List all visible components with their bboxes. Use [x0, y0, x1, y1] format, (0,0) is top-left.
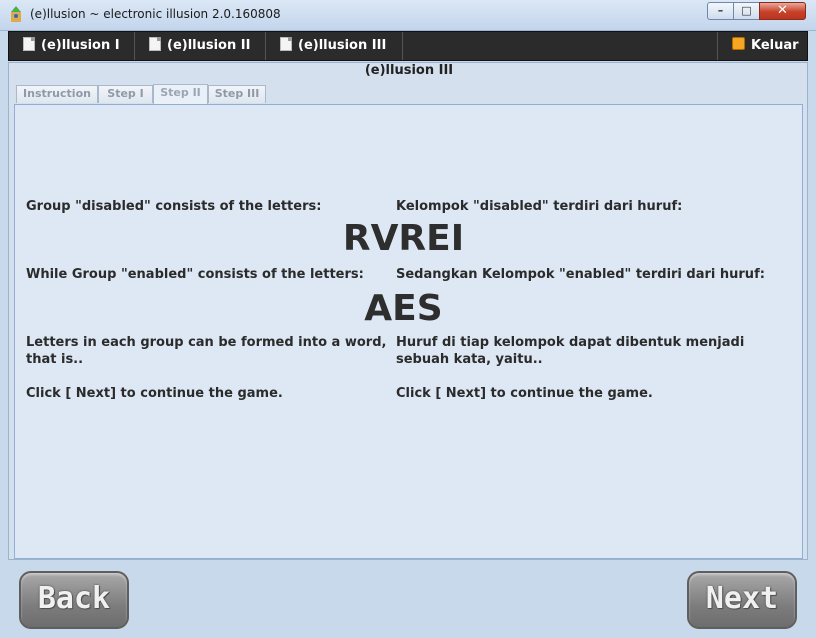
continue-text-en: Click [ Next] to continue the game.: [26, 386, 283, 401]
window-title-bar[interactable]: (e)llusion ~ electronic illusion 2.0.160…: [0, 0, 816, 31]
tab-step-2[interactable]: Step II: [153, 84, 208, 104]
maximize-icon: □: [741, 4, 752, 17]
tab-step-1[interactable]: Step I: [98, 85, 153, 103]
document-icon: [23, 37, 35, 51]
word-text-en-line2: that is..: [26, 352, 84, 367]
menu-item-ellusion-1[interactable]: (e)llusion I: [9, 32, 135, 60]
menu-item-ellusion-3[interactable]: (e)llusion III: [266, 32, 403, 60]
word-text-en-line1: Letters in each group can be formed into…: [26, 335, 387, 350]
document-icon: [149, 37, 161, 51]
close-icon: ✕: [777, 3, 788, 18]
maximize-button[interactable]: □: [733, 2, 760, 20]
enabled-text-id: Sedangkan Kelompok "enabled" terdiri dar…: [396, 267, 765, 282]
disabled-text-en: Group "disabled" consists of the letters…: [26, 199, 322, 214]
exit-menu-button[interactable]: Keluar: [717, 32, 807, 60]
app-icon: [11, 6, 21, 22]
tab-step-3[interactable]: Step III: [208, 85, 266, 103]
exit-label: Keluar: [751, 38, 799, 53]
disabled-text-id: Kelompok "disabled" terdiri dari huruf:: [396, 199, 683, 214]
back-button[interactable]: Back: [19, 571, 129, 629]
game-panel: (e)llusion III Instruction Step I Step I…: [8, 62, 808, 560]
menu-bar: (e)llusion I (e)llusion II (e)llusion II…: [8, 31, 808, 61]
tab-instruction[interactable]: Instruction: [16, 85, 98, 103]
enabled-text-en: While Group "enabled" consists of the le…: [26, 267, 364, 282]
menu-item-label: (e)llusion I: [41, 38, 120, 53]
next-button[interactable]: Next: [687, 571, 797, 629]
exit-icon: [732, 37, 745, 50]
menu-item-label: (e)llusion II: [167, 38, 251, 53]
menu-item-label: (e)llusion III: [298, 38, 387, 53]
window-title: (e)llusion ~ electronic illusion 2.0.160…: [30, 7, 281, 21]
minimize-button[interactable]: –: [707, 2, 734, 20]
word-text-id-line1: Huruf di tiap kelompok dapat dibentuk me…: [396, 335, 745, 350]
disabled-letters: RVREI: [342, 218, 465, 259]
panel-title: (e)llusion III: [364, 63, 454, 78]
enabled-letters: AES: [364, 288, 443, 329]
continue-text-id: Click [ Next] to continue the game.: [396, 386, 653, 401]
document-icon: [280, 37, 292, 51]
step-content: Group "disabled" consists of the letters…: [14, 104, 803, 559]
minimize-icon: –: [717, 4, 724, 17]
close-button[interactable]: ✕: [759, 2, 806, 20]
menu-item-ellusion-2[interactable]: (e)llusion II: [135, 32, 266, 60]
word-text-id-line2: sebuah kata, yaitu..: [396, 352, 543, 367]
navigation-bar: Back Next: [8, 562, 808, 634]
